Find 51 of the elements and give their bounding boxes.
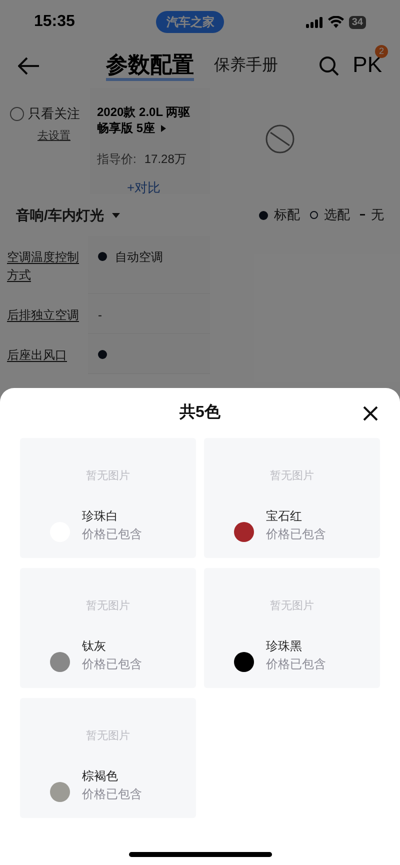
status-time: 15:35 bbox=[34, 12, 75, 32]
nav-tab[interactable]: 参数配置 bbox=[106, 52, 194, 80]
price-note: 价格已包含 bbox=[266, 526, 326, 543]
spec-name[interactable]: 后排独立空调 bbox=[7, 306, 83, 324]
app-badge[interactable]: 汽车之家 bbox=[156, 11, 224, 33]
color-name: 钛灰 bbox=[82, 638, 107, 655]
no-image-text: 暂无图片 bbox=[86, 469, 130, 483]
legend-label: 标配 bbox=[274, 206, 300, 224]
price-note: 价格已包含 bbox=[82, 656, 142, 673]
back-icon[interactable] bbox=[18, 57, 40, 75]
no-image-text: 暂无图片 bbox=[270, 599, 314, 613]
legend-label: 选配 bbox=[324, 206, 350, 224]
price-note: 价格已包含 bbox=[82, 786, 142, 803]
price-label: 指导价: bbox=[97, 151, 136, 168]
price-value: 17.28万 bbox=[144, 151, 186, 168]
count-badge: 2 bbox=[375, 44, 388, 58]
spec-value: - bbox=[98, 307, 102, 324]
prohibited-icon bbox=[265, 124, 295, 154]
color-name: 珍珠黑 bbox=[266, 638, 303, 655]
category-dropdown[interactable]: 音响/车内灯光 bbox=[16, 204, 120, 226]
close-icon[interactable] bbox=[363, 406, 378, 421]
color-name: 棕褐色 bbox=[82, 768, 119, 785]
color-card[interactable]: 暂无图片 珍珠黑 价格已包含 bbox=[204, 568, 380, 688]
dash-icon bbox=[360, 214, 365, 216]
color-name: 宝石红 bbox=[266, 508, 303, 525]
spec-value: 自动空调 bbox=[115, 249, 163, 266]
no-image-text: 暂无图片 bbox=[86, 599, 130, 613]
price-note: 价格已包含 bbox=[266, 656, 326, 673]
triangle-icon bbox=[161, 125, 166, 132]
no-image-text: 暂无图片 bbox=[86, 729, 130, 743]
car-model-name[interactable]: 2020款 2.0L 两驱畅享版 5座 bbox=[97, 104, 197, 136]
color-card[interactable]: 暂无图片 棕褐色 价格已包含 bbox=[20, 698, 196, 818]
search-icon[interactable] bbox=[318, 56, 339, 76]
nav-tab[interactable]: 保养手册 bbox=[214, 54, 278, 80]
spec-name[interactable]: 空调温度控制方式 bbox=[7, 248, 83, 284]
no-image-text: 暂无图片 bbox=[270, 469, 314, 483]
color-name: 珍珠白 bbox=[82, 508, 119, 525]
compare-button[interactable]: +对比 bbox=[127, 178, 161, 198]
settings-link[interactable]: 去设置 bbox=[38, 128, 70, 144]
legend-label: 无 bbox=[371, 206, 384, 224]
battery-icon: 34 bbox=[348, 16, 366, 28]
signal-icon bbox=[306, 16, 323, 28]
caret-icon bbox=[112, 212, 120, 218]
spec-name[interactable]: 后座出风口 bbox=[7, 346, 83, 364]
wifi-icon bbox=[328, 16, 344, 28]
color-card[interactable]: 暂无图片 宝石红 价格已包含 bbox=[204, 438, 380, 558]
color-card[interactable]: 暂无图片 珍珠白 价格已包含 bbox=[20, 438, 196, 558]
price-note: 价格已包含 bbox=[82, 526, 142, 543]
follow-checkbox[interactable]: 只看关注 bbox=[10, 104, 80, 124]
sheet-title: 共5色 bbox=[180, 402, 220, 423]
color-card[interactable]: 暂无图片 钛灰 价格已包含 bbox=[20, 568, 196, 688]
